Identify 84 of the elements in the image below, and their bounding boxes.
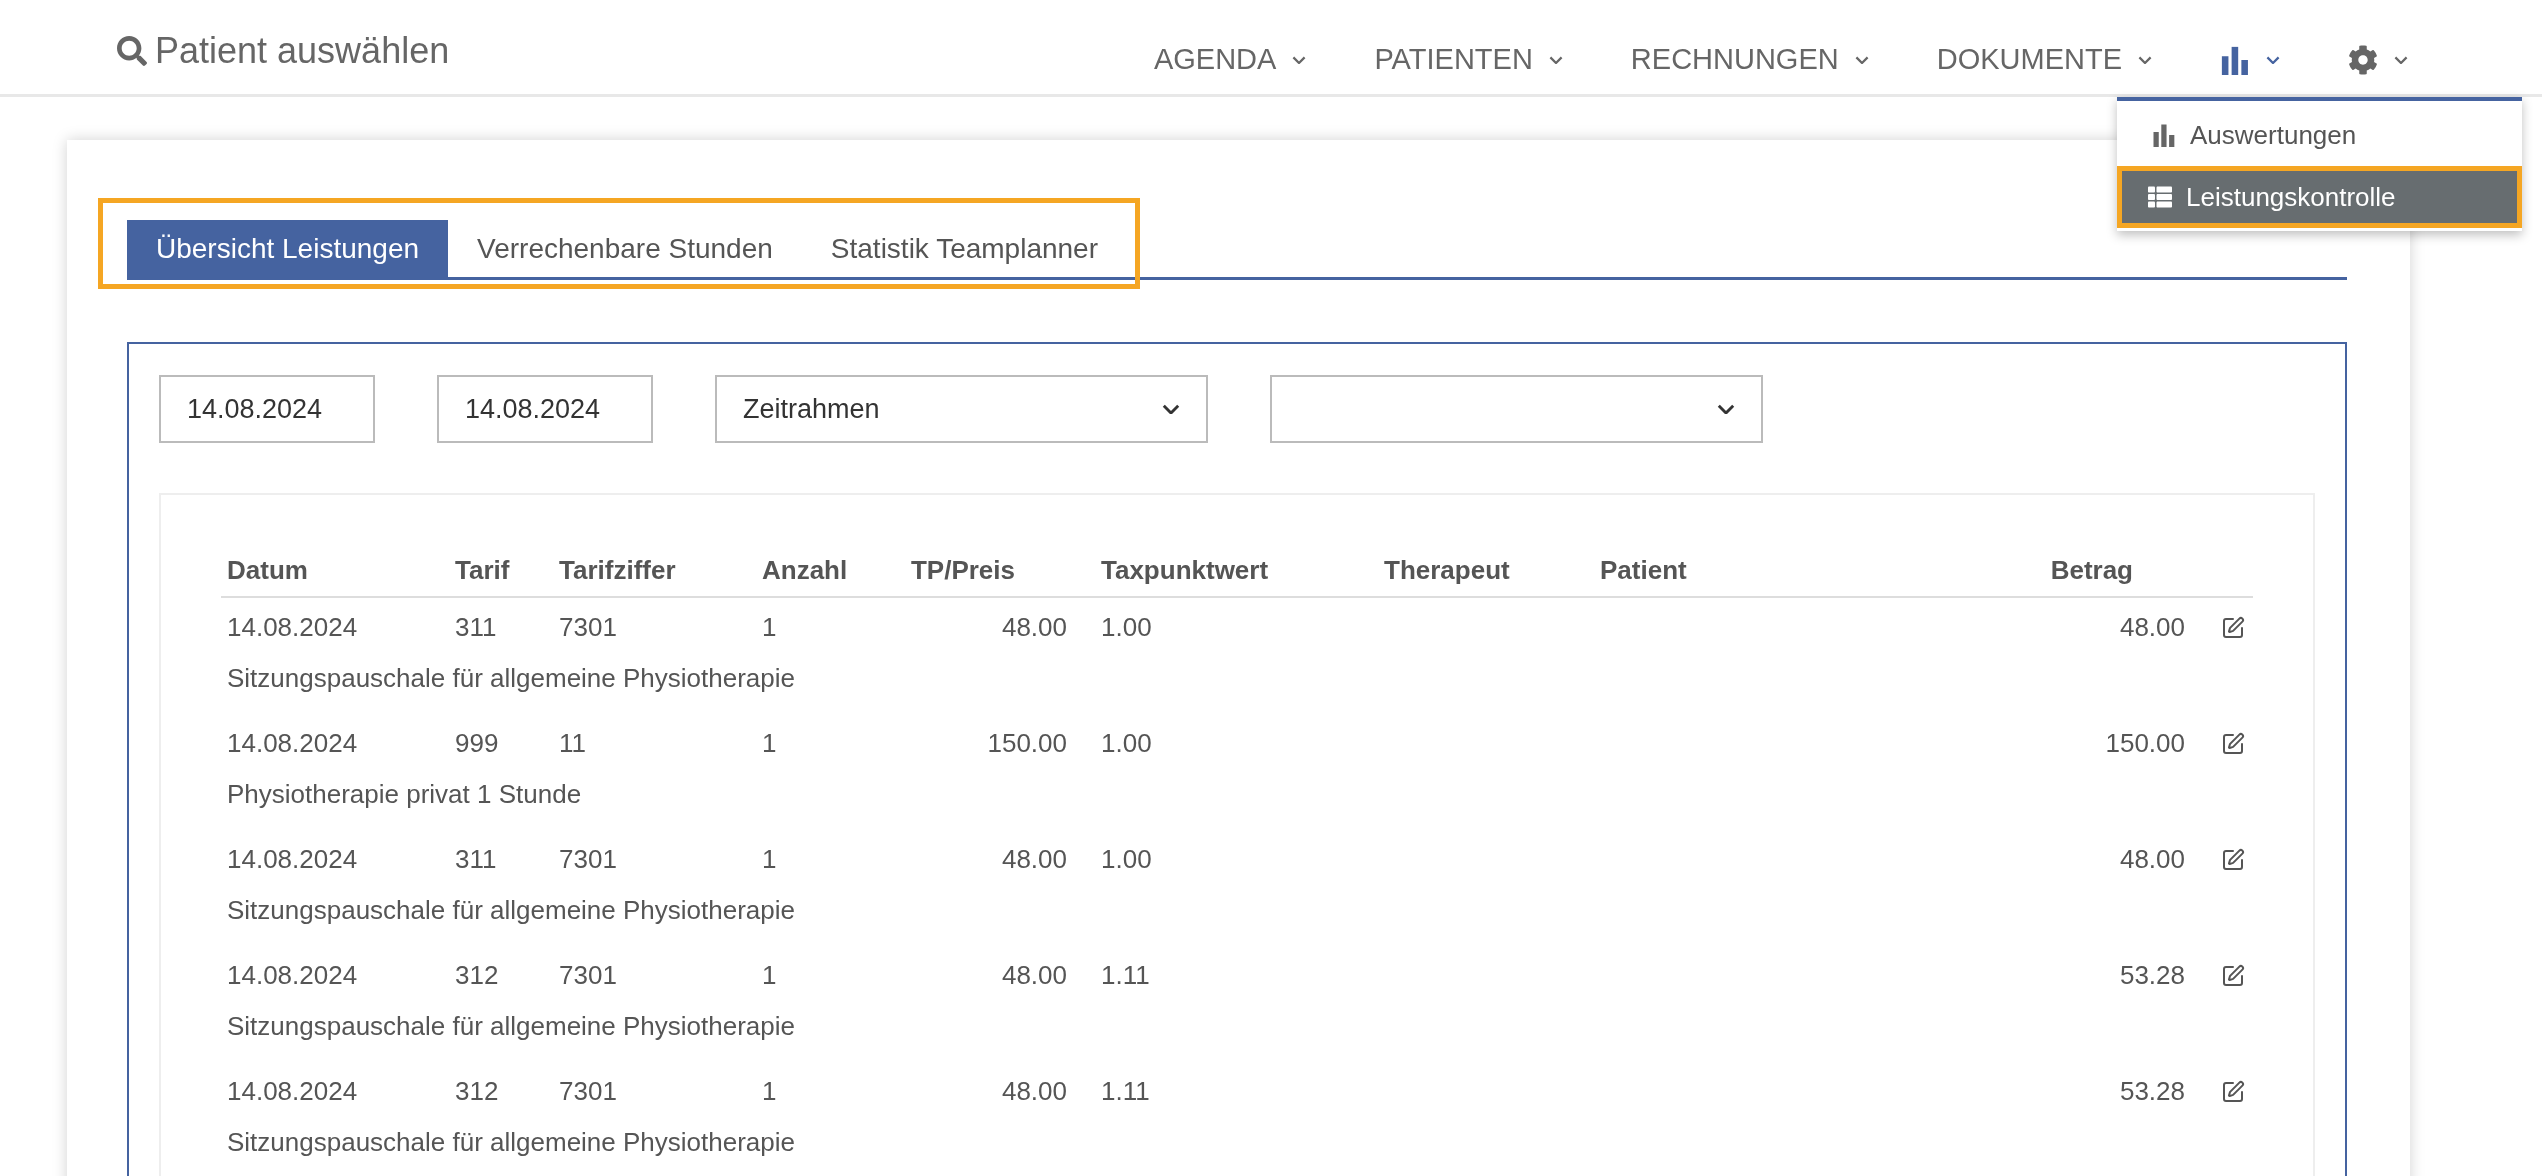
dropdown-menu-item[interactable]: Auswertungen xyxy=(2117,104,2522,166)
service-description: Physiotherapie privat 1 Stunde xyxy=(227,779,582,809)
search-icon xyxy=(117,36,147,66)
table-cell-text: 150.00 xyxy=(987,727,1068,760)
table-cell-text: 1.11 xyxy=(1100,1075,1150,1108)
table-cell-text: 7301 xyxy=(558,843,617,876)
chevron-down-icon xyxy=(2394,55,2408,64)
table-cell-text: 1 xyxy=(761,959,777,992)
table-cell-text: 14.08.2024 xyxy=(226,727,358,760)
settings-icon xyxy=(2348,44,2378,75)
table-cell-text: 1 xyxy=(761,727,777,760)
table-cell-text: 48.00 xyxy=(1001,1075,1068,1108)
column-header: Therapeut xyxy=(1383,554,1511,587)
chevron-down-icon xyxy=(1162,403,1180,415)
chevron-down-icon xyxy=(1292,55,1307,64)
nav-menu-item[interactable]: RECHNUNGEN xyxy=(1596,38,1903,82)
date-from-field[interactable]: 14.08.2024 xyxy=(159,375,375,443)
edit-icon xyxy=(2221,615,2245,640)
column-header: Tarifziffer xyxy=(558,554,677,587)
edit-button[interactable] xyxy=(2221,731,2245,756)
chevron-down-icon xyxy=(1717,403,1735,415)
table-cell-text: 14.08.2024 xyxy=(226,959,358,992)
table-cell-text: 312 xyxy=(454,1075,499,1108)
chevron-down-icon xyxy=(1854,55,1869,64)
column-header: Tarif xyxy=(454,554,511,587)
edit-button[interactable] xyxy=(2221,1079,2245,1104)
table-cell-text: 48.00 xyxy=(2119,611,2186,644)
table-cell-text: 7301 xyxy=(558,959,617,992)
table-cell-text: 48.00 xyxy=(1001,959,1068,992)
table-cell-text: 1.00 xyxy=(1100,727,1152,760)
column-header: Taxpunktwert xyxy=(1100,554,1270,587)
edit-icon xyxy=(2221,963,2245,988)
dropdown-menu-item[interactable]: Leistungskontrolle xyxy=(2117,166,2522,228)
table-cell-text: 11 xyxy=(558,727,586,760)
service-description: Sitzungspauschale für allgemeine Physiotherapie xyxy=(227,663,795,693)
table-cell-text: 1 xyxy=(761,843,777,876)
service-description: Sitzungspauschale für allgemeine Physiotherapie xyxy=(227,1127,795,1157)
nav-menu-item[interactable]: PATIENTEN xyxy=(1340,38,1597,82)
table-cell-text: 53.28 xyxy=(2119,1075,2186,1108)
table-cell-text: 1.11 xyxy=(1100,959,1150,992)
edit-button[interactable] xyxy=(2221,615,2245,640)
edit-icon xyxy=(2221,731,2245,756)
table-cell-text: 48.00 xyxy=(1001,843,1068,876)
table-cell-text: 1.00 xyxy=(1100,843,1152,876)
edit-button[interactable] xyxy=(2221,963,2245,988)
table-cell-text: 48.00 xyxy=(1001,611,1068,644)
patient-search-button[interactable]: Patient auswählen xyxy=(117,24,450,78)
table-cell-text: 1.00 xyxy=(1100,611,1152,644)
table-cell-text: 312 xyxy=(454,959,499,992)
table-cell-text: 7301 xyxy=(558,611,617,644)
table-cell-text: 14.08.2024 xyxy=(226,1075,358,1108)
table-cell-text: 311 xyxy=(454,611,497,644)
table-cell-text: 14.08.2024 xyxy=(226,611,358,644)
table-cell-text: 7301 xyxy=(558,1075,617,1108)
bar-chart-icon xyxy=(2152,123,2176,147)
column-header: Betrag xyxy=(2049,554,2134,587)
table-cell-text: 999 xyxy=(454,727,499,760)
column-header: Patient xyxy=(1599,554,1688,587)
bar-chart-icon xyxy=(2220,44,2250,75)
service-description: Sitzungspauschale für allgemeine Physiotherapie xyxy=(227,1011,795,1041)
chevron-down-icon xyxy=(2266,55,2280,64)
edit-icon xyxy=(2221,847,2245,872)
nav-menu-item[interactable]: DOKUMENTE xyxy=(1902,38,2186,82)
list-icon xyxy=(2148,185,2172,209)
column-header: Anzahl xyxy=(761,554,849,587)
table-cell-text: 1 xyxy=(761,1075,777,1108)
nav-menu-item[interactable]: AGENDA xyxy=(1119,38,1341,82)
column-header: TP/Preis xyxy=(909,554,1016,587)
table-cell-text: 1 xyxy=(761,611,777,644)
tab[interactable]: Übersicht Leistungen xyxy=(127,220,449,277)
table-cell-text: 48.00 xyxy=(2119,843,2186,876)
chevron-down-icon xyxy=(1548,55,1563,64)
edit-icon xyxy=(2221,1079,2245,1104)
select-field[interactable] xyxy=(1270,375,1763,443)
service-description: Sitzungspauschale für allgemeine Physiotherapie xyxy=(227,895,795,925)
timeframe-select[interactable]: Zeitrahmen xyxy=(715,375,1208,443)
date-to-field[interactable]: 14.08.2024 xyxy=(437,375,653,443)
chevron-down-icon xyxy=(2138,55,2152,64)
table-cell-text: 311 xyxy=(454,843,497,876)
table-cell-text: 53.28 xyxy=(2119,959,2186,992)
table-cell-text: 14.08.2024 xyxy=(226,843,358,876)
edit-button[interactable] xyxy=(2221,847,2245,872)
table-cell-text: 150.00 xyxy=(2105,727,2186,760)
column-header: Datum xyxy=(226,554,309,587)
